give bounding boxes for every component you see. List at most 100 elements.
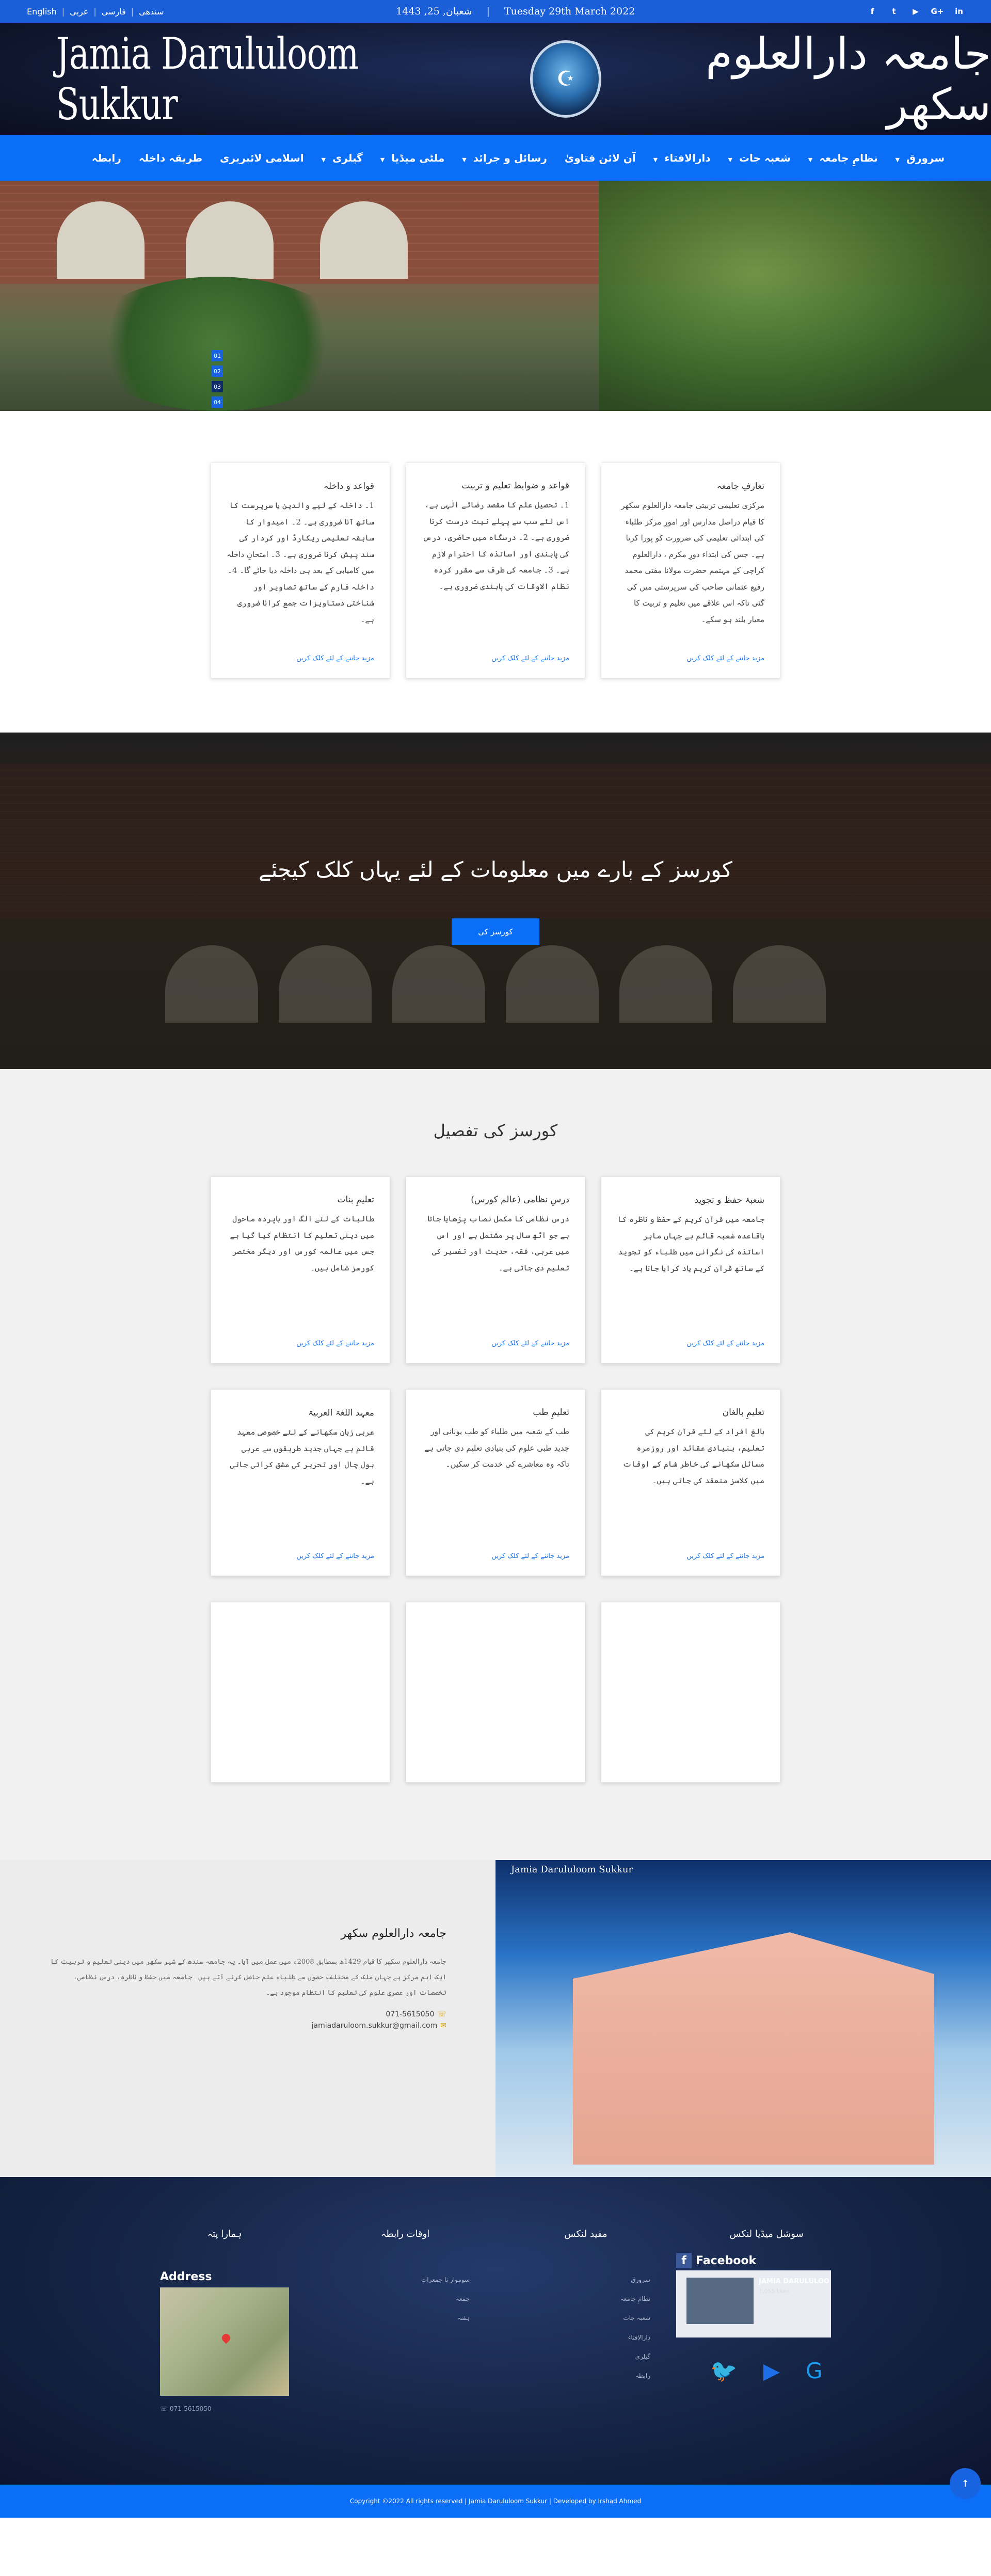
divider: | [61, 6, 65, 17]
facebook-icon[interactable]: f [867, 6, 877, 17]
footer-col-social: سوشل میڈیا لنکس f Facebook JAMIA DARULULO… [676, 2229, 831, 2412]
chevron-down-icon: ▼ [895, 156, 900, 163]
phone-icon: ☏ [437, 2010, 446, 2018]
site-title-english[interactable]: Jamia Darululoom Sukkur [56, 28, 454, 130]
facebook-header: f Facebook [676, 2253, 756, 2268]
hijri-date: 1443 ,25 ,شعبان [396, 6, 472, 17]
facebook-cover [686, 2278, 754, 2324]
nav-item-admission[interactable]: طریقہ داخلہ [139, 152, 202, 164]
nav-item-online-fatawa[interactable]: آن لائن فتاویٰ [565, 152, 636, 164]
about-text-block: جامعہ دارالعلوم سکھر جامعہ دارالعلوم سکھ… [0, 1860, 496, 2177]
courses-button[interactable]: کورسز کی [452, 918, 539, 945]
footer-link[interactable]: گیلری [521, 2347, 650, 2366]
nav-item-magazines[interactable]: رسائل و جرائد ▼ [462, 152, 547, 164]
facebook-likes: 1,055 likes [759, 2288, 790, 2295]
google-plus-icon[interactable]: G+ [931, 6, 944, 17]
nav-item-library[interactable]: اسلامی لائبریری [220, 152, 304, 164]
course-title: معہد اللغۃ العربیۃ [308, 1408, 374, 1418]
slide-dot-active[interactable]: 03 [212, 381, 223, 392]
nav-item-darul-ifta[interactable]: دارالافتاء ▼ [653, 152, 711, 164]
lang-english[interactable]: English [27, 7, 57, 17]
social-icons: f t ▶ G+ in [867, 6, 964, 17]
slide-dot[interactable]: 04 [212, 396, 223, 408]
date-separator: | [486, 6, 490, 17]
lang-arabic[interactable]: عربی [70, 7, 88, 17]
course-card: معہد اللغۃ العربیۃ عربی زبان سکھانے کے ل… [211, 1389, 390, 1576]
site-footer: سوشل میڈیا لنکس f Facebook JAMIA DARULULO… [0, 2177, 991, 2485]
read-more-link[interactable]: مزید جاننے کے لئے کلک کریں [617, 1544, 764, 1560]
timing-item: سوموار تا جمعرات [421, 2276, 470, 2283]
info-card: تعارفِ جامعہ مرکزی تعلیمی تربیتی جامعہ د… [601, 463, 780, 678]
phone-icon: ☏ [160, 2405, 170, 2412]
card-text: 1۔ داخلہ کے لیے والدین یا سرپرست کا ساتھ… [227, 501, 374, 624]
photo-watermark: Jamia Darululoom Sukkur [511, 1864, 633, 1875]
gregorian-date: Tuesday 29th March 2022 [504, 6, 635, 17]
slide-dot[interactable]: 02 [212, 365, 223, 377]
lang-sindhi[interactable]: سندھی [139, 7, 164, 17]
read-more-link[interactable]: مزید جاننے کے لئے کلک کریں [422, 1544, 569, 1560]
google-icon[interactable]: G [806, 2358, 823, 2384]
nav-item-multimedia[interactable]: ملٹی میڈیا ▼ [380, 152, 444, 164]
chevron-down-icon: ▼ [728, 156, 732, 163]
chevron-down-icon: ▼ [321, 156, 326, 163]
course-title: تعلیمِ بنات [337, 1195, 374, 1205]
linkedin-icon[interactable]: in [954, 6, 964, 17]
nav-item-system[interactable]: نظامِ جامعہ ▼ [808, 152, 878, 164]
read-more-link[interactable]: مزید جاننے کے لئے کلک کریں [617, 646, 764, 662]
card-title: قواعد و داخلہ [323, 481, 374, 491]
youtube-icon[interactable]: ▶ [910, 6, 921, 17]
courses-title: کورسز کی تفصیل [433, 1121, 558, 1140]
read-more-link[interactable]: مزید جاننے کے لئے کلک کریں [617, 1331, 764, 1347]
footer-link[interactable]: نظامِ جامعہ [521, 2289, 650, 2309]
footer-columns: سوشل میڈیا لنکس f Facebook JAMIA DARULULO… [0, 2229, 991, 2412]
footer-link[interactable]: دارالافتاء [521, 2328, 650, 2347]
course-card: شعبۂ حفظ و تجوید جامعہ میں قرآن کریم کے … [601, 1176, 780, 1363]
info-cards: تعارفِ جامعہ مرکزی تعلیمی تربیتی جامعہ د… [0, 463, 991, 678]
empty-card [601, 1602, 780, 1783]
slide-dot[interactable]: 01 [212, 350, 223, 361]
read-more-link[interactable]: مزید جاننے کے لئے کلک کریں [227, 1331, 374, 1347]
chevron-down-icon: ▼ [462, 156, 467, 163]
footer-link[interactable]: شعبہ جات [521, 2309, 650, 2328]
footer-col-title: اوقات رابطہ [380, 2229, 430, 2239]
building-shape [573, 1932, 934, 2165]
facebook-widget[interactable]: f Facebook JAMIA DARULULOO 1,055 likes [676, 2253, 831, 2338]
nav-item-departments[interactable]: شعبہ جات ▼ [728, 152, 790, 164]
footer-link[interactable]: سرورق [521, 2270, 650, 2289]
read-more-link[interactable]: مزید جاننے کے لئے کلک کریں [227, 646, 374, 662]
course-cards-row: تعلیمِ بالغان بالغ افراد کے لئے قرآن کری… [0, 1389, 991, 1576]
youtube-icon[interactable]: ▶ [763, 2358, 780, 2384]
read-more-link[interactable]: مزید جاننے کے لئے کلک کریں [422, 646, 569, 662]
course-card: درسِ نظامی (عالم کورس) درس نظامی کا مکمل… [406, 1176, 585, 1363]
course-text: طالبات کے لئے الگ اور باپردہ ماحول میں د… [230, 1214, 374, 1273]
course-text: درس نظامی کا مکمل نصاب پڑھایا جاتا ہے جو… [427, 1214, 569, 1273]
about-email[interactable]: ✉jamiadaruloom.sukkur@gmail.com [49, 2022, 446, 2030]
empty-card [211, 1602, 390, 1783]
footer-phone[interactable]: ☏ 071-5615050 [160, 2405, 289, 2412]
courses-cta-banner: کورسز کے بارے میں معلومات کے لئے یہاں کل… [0, 733, 991, 1069]
nav-item-contact[interactable]: رابطہ [92, 152, 121, 164]
info-section: تعارفِ جامعہ مرکزی تعلیمی تربیتی جامعہ د… [0, 411, 991, 733]
site-logo[interactable]: ☪ [530, 40, 602, 118]
footer-col-timings: اوقات رابطہ سوموار تا جمعرات جمعہ ہفتہ [341, 2229, 470, 2412]
nav-item-gallery[interactable]: گیلری ▼ [322, 152, 363, 164]
course-cards-row-empty [0, 1602, 991, 1783]
read-more-link[interactable]: مزید جاننے کے لئے کلک کریں [422, 1331, 569, 1347]
read-more-link[interactable]: مزید جاننے کے لئے کلک کریں [227, 1544, 374, 1560]
mail-icon: ✉ [440, 2021, 446, 2030]
course-text: جامعہ میں قرآن کریم کے حفظ و ناظرہ کا با… [617, 1215, 764, 1273]
course-title: شعبۂ حفظ و تجوید [694, 1195, 764, 1205]
back-to-top-button[interactable]: ↑ [950, 2468, 981, 2499]
top-bar: English | عربی | فارسی | سندھی 1443 ,25 … [0, 0, 991, 23]
location-map[interactable] [160, 2287, 289, 2396]
about-phone[interactable]: ☏071-5615050 [49, 2010, 446, 2018]
lang-persian[interactable]: فارسی [102, 7, 126, 17]
twitter-icon[interactable]: t [889, 6, 899, 17]
site-title-urdu[interactable]: جامعہ دارالعلوم سکھر [622, 28, 991, 130]
footer-social-icons: 🐦 ▶ G [702, 2358, 831, 2384]
footer-link[interactable]: رابطہ [521, 2366, 650, 2386]
twitter-icon[interactable]: 🐦 [710, 2358, 737, 2384]
cta-title: کورسز کے بارے میں معلومات کے لئے یہاں کل… [259, 856, 732, 882]
footer-col-title: مفید لنکس [564, 2229, 608, 2239]
nav-item-home[interactable]: سرورق ▼ [896, 152, 945, 164]
